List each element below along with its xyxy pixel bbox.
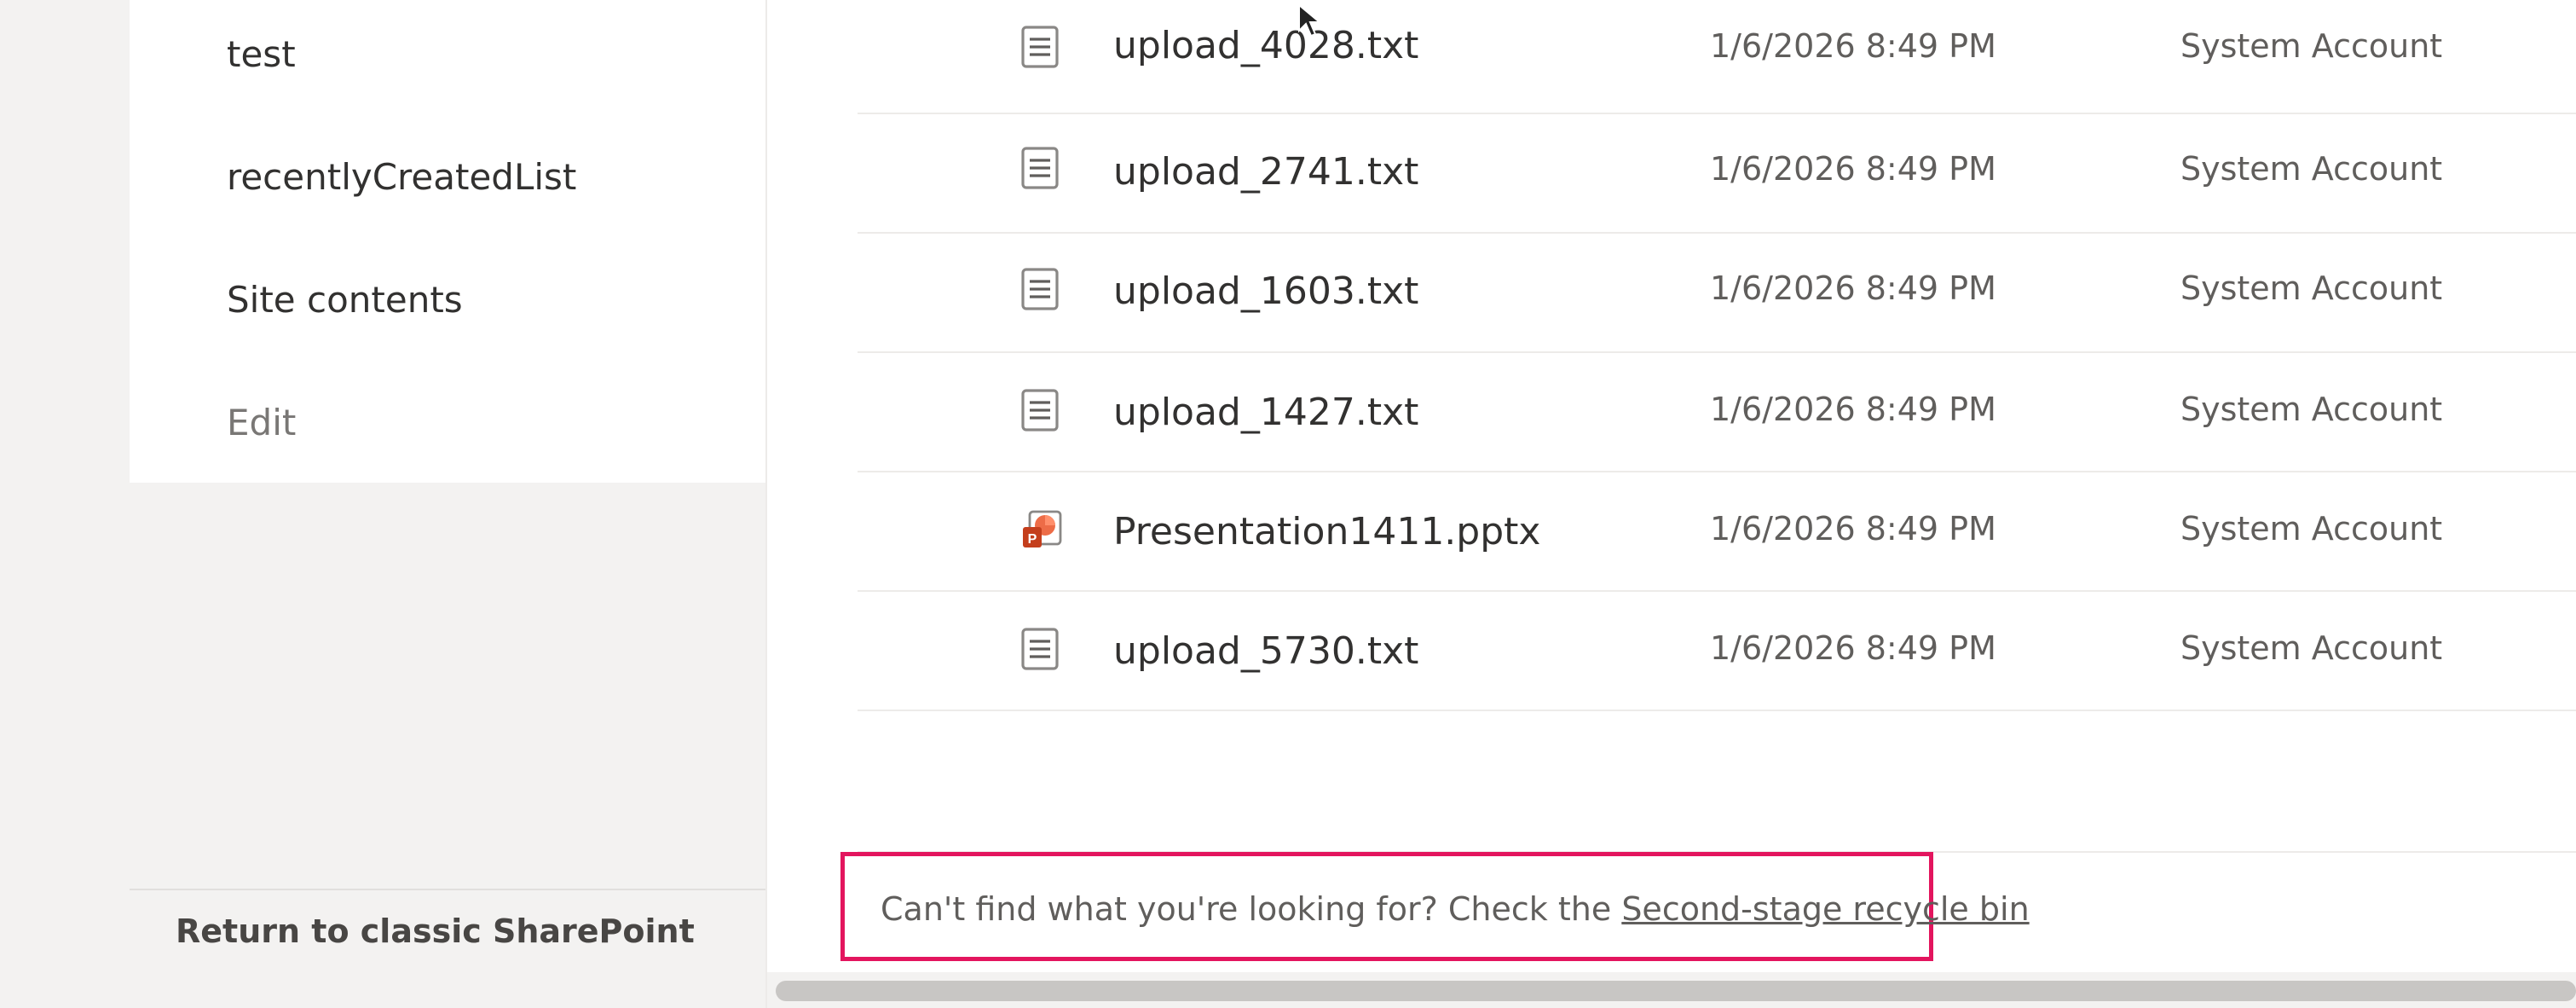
table-row[interactable]: upload_1603.txt 1/6/2026 8:49 PM System … [858,232,2576,353]
svg-text:P: P [1028,532,1037,547]
modified-date: 1/6/2026 8:49 PM [1710,391,1996,428]
notice-text: Can't find what you're looking for? Chec… [881,890,1622,928]
file-name[interactable]: upload_1427.txt [1113,387,1418,438]
nav-links-panel: test recentlyCreatedList Site contents E… [130,0,765,483]
recycle-bin-list: upload_4028.txt 1/6/2026 8:49 PM System … [767,0,2576,1008]
horizontal-scrollbar-thumb[interactable] [776,981,2576,1001]
modified-by: System Account [2180,269,2443,307]
left-navigation: test recentlyCreatedList Site contents E… [130,0,767,1008]
nav-divider [130,889,765,890]
modified-date: 1/6/2026 8:49 PM [1710,629,1996,667]
modified-by: System Account [2180,629,2443,667]
text-file-icon [1021,268,1059,310]
table-row[interactable]: P Presentation1411.pptx 1/6/2026 8:49 PM… [858,471,2576,592]
text-file-icon [1021,26,1059,68]
file-name[interactable]: upload_5730.txt [1113,626,1418,677]
file-name[interactable]: upload_2741.txt [1113,147,1418,198]
notice-message: Can't find what you're looking for? Chec… [881,885,2030,933]
mouse-cursor-icon [1298,3,1321,38]
table-row[interactable]: upload_5730.txt 1/6/2026 8:49 PM System … [858,590,2576,711]
table-row[interactable]: upload_2741.txt 1/6/2026 8:49 PM System … [858,113,2576,234]
file-name[interactable]: upload_4028.txt [1113,20,1418,72]
text-file-icon [1021,628,1059,670]
sharepoint-recycle-bin-page: test recentlyCreatedList Site contents E… [0,0,2576,1008]
modified-date: 1/6/2026 8:49 PM [1710,27,1996,65]
left-gutter [0,0,130,1008]
second-stage-notice: Can't find what you're looking for? Chec… [840,852,2030,961]
modified-date: 1/6/2026 8:49 PM [1710,150,1996,188]
second-stage-recycle-bin-link[interactable]: Second-stage recycle bin [1621,890,2029,928]
modified-by: System Account [2180,27,2443,65]
modified-date: 1/6/2026 8:49 PM [1710,510,1996,547]
text-file-icon [1021,389,1059,432]
modified-by: System Account [2180,150,2443,188]
nav-item-recently-created-list[interactable]: recentlyCreatedList [227,154,576,201]
table-row[interactable]: upload_4028.txt 1/6/2026 8:49 PM System … [858,0,2576,114]
nav-edit-link[interactable]: Edit [227,399,296,447]
nav-item-test[interactable]: test [227,31,296,78]
text-file-icon [1021,147,1059,189]
file-name[interactable]: upload_1603.txt [1113,266,1418,317]
table-row[interactable]: upload_1427.txt 1/6/2026 8:49 PM System … [858,351,2576,472]
file-name[interactable]: Presentation1411.pptx [1113,507,1540,558]
modified-date: 1/6/2026 8:49 PM [1710,269,1996,307]
modified-by: System Account [2180,391,2443,428]
modified-by: System Account [2180,510,2443,547]
nav-item-site-contents[interactable]: Site contents [227,276,463,324]
return-to-classic-link[interactable]: Return to classic SharePoint [176,907,695,955]
powerpoint-file-icon: P [1023,510,1062,547]
horizontal-scrollbar[interactable] [767,972,2576,1008]
